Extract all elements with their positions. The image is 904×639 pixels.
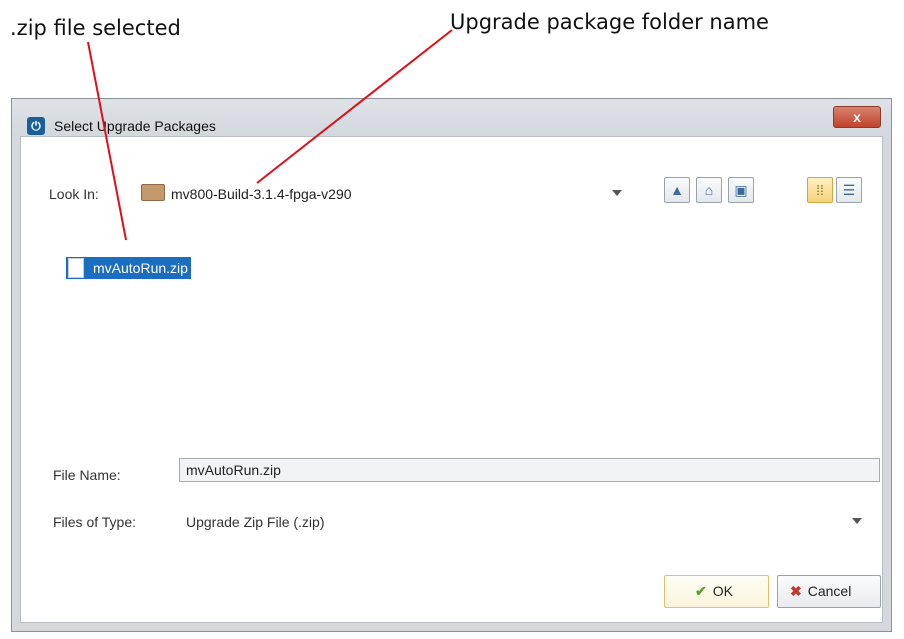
list-view-button[interactable]: ⁞⁞ — [807, 177, 833, 203]
dialog-title: Select Upgrade Packages — [54, 118, 216, 134]
app-power-icon: ⏻ — [27, 117, 45, 135]
home-button[interactable]: ⌂ — [696, 177, 722, 203]
file-item-name: mvAutoRun.zip — [93, 260, 188, 276]
title-bar: ⏻ Select Upgrade Packages x — [12, 99, 891, 135]
details-view-button[interactable]: ☰ — [836, 177, 862, 203]
home-icon: ⌂ — [704, 182, 714, 198]
close-button[interactable]: x — [833, 106, 881, 128]
up-one-level-icon: ▲ — [670, 182, 684, 198]
checkmark-icon: ✔ — [695, 583, 707, 599]
look-in-combo[interactable]: mv800-Build-3.1.4-fpga-v290 — [171, 186, 352, 202]
select-upgrade-dialog: ⏻ Select Upgrade Packages x Look In: mv8… — [11, 98, 892, 632]
new-folder-icon: ▣ — [734, 182, 748, 198]
cancel-button[interactable]: ✖ Cancel — [777, 575, 881, 608]
look-in-dropdown-icon[interactable] — [612, 190, 622, 196]
up-one-level-button[interactable]: ▲ — [664, 177, 690, 203]
ok-label: OK — [712, 583, 733, 599]
files-of-type-dropdown-icon[interactable] — [852, 518, 862, 524]
details-view-icon: ☰ — [842, 182, 856, 198]
cancel-x-icon: ✖ — [790, 583, 802, 599]
file-name-label: File Name: — [53, 467, 121, 483]
cancel-label: Cancel — [807, 583, 852, 599]
file-icon — [68, 258, 84, 278]
zip-selected-callout: .zip file selected — [10, 16, 181, 40]
close-icon: x — [853, 109, 861, 125]
list-view-icon: ⁞⁞ — [816, 182, 824, 198]
folder-icon — [141, 184, 165, 201]
files-of-type-select[interactable]: Upgrade Zip File (.zip) — [186, 514, 325, 530]
ok-button[interactable]: ✔ OK — [664, 575, 769, 608]
new-folder-button[interactable]: ▣ — [728, 177, 754, 203]
look-in-label: Look In: — [49, 186, 99, 202]
folder-name-callout: Upgrade package folder name — [450, 10, 769, 34]
file-name-field[interactable]: mvAutoRun.zip — [179, 458, 880, 482]
file-item-selected[interactable]: mvAutoRun.zip — [66, 257, 191, 279]
dialog-content: Look In: mv800-Build-3.1.4-fpga-v290 ▲ ⌂… — [20, 136, 883, 623]
files-of-type-label: Files of Type: — [53, 514, 137, 530]
